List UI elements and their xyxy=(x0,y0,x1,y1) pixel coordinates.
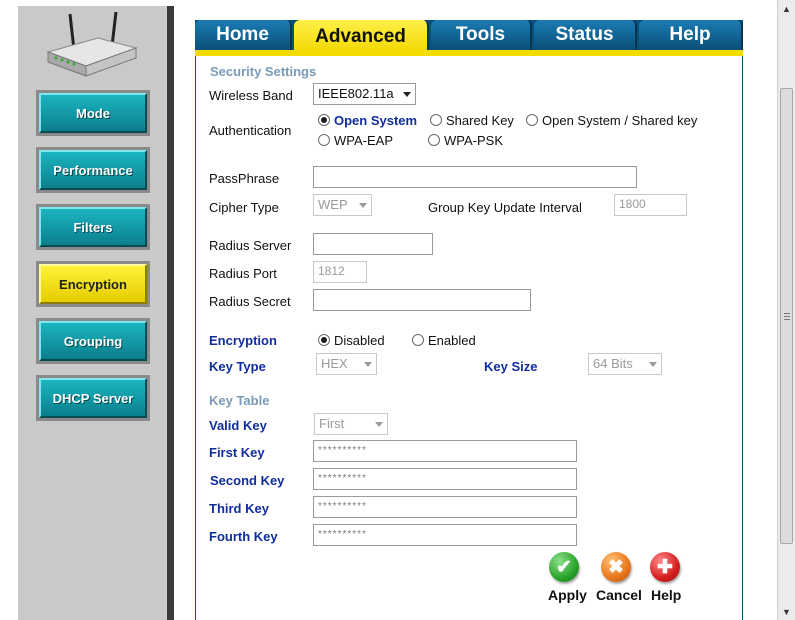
tab-label: Home xyxy=(216,24,269,45)
router-logo-icon xyxy=(46,11,138,77)
encryption-disabled-radio[interactable] xyxy=(318,334,330,346)
encryption-enabled-radio[interactable] xyxy=(412,334,424,346)
cipher-type-label: Cipher Type xyxy=(209,200,279,215)
section-title-key-table: Key Table xyxy=(209,393,270,408)
encryption-disabled-label: Disabled xyxy=(334,333,385,348)
chevron-down-icon xyxy=(359,203,367,208)
sidebar-item-label: Encryption xyxy=(39,264,147,304)
group-key-label: Group Key Update Interval xyxy=(428,200,582,215)
vertical-scrollbar[interactable]: ▲ ▼ xyxy=(777,0,795,620)
key-size-select[interactable]: 64 Bits xyxy=(588,353,662,375)
radius-port-label: Radius Port xyxy=(209,266,277,281)
apply-check-icon[interactable]: ✔ xyxy=(549,552,579,582)
sidebar-item-mode[interactable]: Mode xyxy=(36,90,150,136)
key-type-select[interactable]: HEX xyxy=(316,353,377,375)
sidebar-item-label: Performance xyxy=(39,150,147,190)
key-type-label: Key Type xyxy=(209,359,266,374)
passphrase-input[interactable] xyxy=(313,166,637,188)
key-size-label: Key Size xyxy=(484,359,538,374)
auth-wpa-psk-label: WPA-PSK xyxy=(444,133,503,148)
auth-wpa-psk-radio[interactable] xyxy=(428,134,440,146)
first-key-label: First Key xyxy=(209,445,265,460)
cipher-type-select[interactable]: WEP xyxy=(313,194,372,216)
tab-label: Status xyxy=(555,24,614,45)
sidebar-item-label: Grouping xyxy=(39,321,147,361)
fourth-key-input[interactable]: ********** xyxy=(313,524,577,546)
cancel-button[interactable]: Cancel xyxy=(596,587,642,603)
sidebar-item-performance[interactable]: Performance xyxy=(36,147,150,193)
chevron-down-icon xyxy=(649,362,657,367)
tab-label: Help xyxy=(669,24,711,45)
third-key-label: Third Key xyxy=(209,501,269,516)
wireless-band-label: Wireless Band xyxy=(209,88,293,103)
encryption-settings-panel: Security Settings Wireless Band IEEE802.… xyxy=(195,56,743,620)
valid-key-value: First xyxy=(319,416,345,431)
group-key-input[interactable]: 1800 xyxy=(614,194,687,216)
help-plus-icon[interactable]: ✚ xyxy=(650,552,680,582)
encryption-enabled-label: Enabled xyxy=(428,333,476,348)
tab-status[interactable]: Status xyxy=(534,20,637,50)
sidebar-item-label: DHCP Server xyxy=(39,378,147,418)
valid-key-select[interactable]: First xyxy=(314,413,388,435)
valid-key-label: Valid Key xyxy=(209,418,267,433)
auth-shared-key-radio[interactable] xyxy=(430,114,442,126)
sidebar-divider xyxy=(167,6,174,620)
chevron-down-icon xyxy=(403,92,411,97)
tab-advanced[interactable]: Advanced xyxy=(294,20,429,53)
tab-help[interactable]: Help xyxy=(639,20,743,50)
second-key-label: Second Key xyxy=(210,473,285,488)
first-key-input[interactable]: ********** xyxy=(313,440,577,462)
cancel-x-icon[interactable]: ✖ xyxy=(601,552,631,582)
wireless-band-select[interactable]: IEEE802.11a xyxy=(313,83,416,105)
key-size-value: 64 Bits xyxy=(593,356,633,371)
sidebar-item-grouping[interactable]: Grouping xyxy=(36,318,150,364)
chevron-down-icon xyxy=(364,362,372,367)
third-key-input[interactable]: ********** xyxy=(313,496,577,518)
wireless-band-value: IEEE802.11a xyxy=(318,86,394,101)
auth-shared-key-label: Shared Key xyxy=(446,113,514,128)
auth-open-system-radio[interactable] xyxy=(318,114,330,126)
tab-tools[interactable]: Tools xyxy=(431,20,532,50)
second-key-input[interactable]: ********** xyxy=(313,468,577,490)
auth-open-shared-label: Open System / Shared key xyxy=(542,113,698,128)
key-type-value: HEX xyxy=(321,356,348,371)
tab-label: Advanced xyxy=(315,25,406,47)
scrollbar-thumb[interactable] xyxy=(780,88,793,544)
tab-home[interactable]: Home xyxy=(195,20,292,50)
sidebar-item-label: Filters xyxy=(39,207,147,247)
radius-port-input[interactable]: 1812 xyxy=(313,261,367,283)
sidebar: Mode Performance Filters Encryption Grou… xyxy=(18,6,167,620)
tab-label: Tools xyxy=(455,24,506,45)
auth-open-shared-radio[interactable] xyxy=(526,114,538,126)
radius-server-label: Radius Server xyxy=(209,238,292,253)
fourth-key-label: Fourth Key xyxy=(209,529,278,544)
auth-wpa-eap-label: WPA-EAP xyxy=(334,133,393,148)
radius-server-input[interactable] xyxy=(313,233,433,255)
help-button[interactable]: Help xyxy=(651,587,681,603)
apply-button[interactable]: Apply xyxy=(548,587,587,603)
grip-icon xyxy=(784,313,790,320)
scroll-down-arrow-icon[interactable]: ▼ xyxy=(778,603,795,620)
auth-open-system-label: Open System xyxy=(334,113,418,128)
auth-wpa-eap-radio[interactable] xyxy=(318,134,330,146)
sidebar-item-encryption[interactable]: Encryption xyxy=(36,261,150,307)
encryption-label: Encryption xyxy=(209,333,277,348)
sidebar-item-label: Mode xyxy=(39,93,147,133)
sidebar-item-filters[interactable]: Filters xyxy=(36,204,150,250)
authentication-label: Authentication xyxy=(209,123,292,138)
chevron-down-icon xyxy=(375,422,383,427)
scroll-up-arrow-icon[interactable]: ▲ xyxy=(778,0,795,17)
radius-secret-label: Radius Secret xyxy=(209,294,291,309)
sidebar-item-dhcp-server[interactable]: DHCP Server xyxy=(36,375,150,421)
section-title-security: Security Settings xyxy=(210,64,317,79)
passphrase-label: PassPhrase xyxy=(209,171,280,186)
cipher-type-value: WEP xyxy=(318,197,348,212)
radius-secret-input[interactable] xyxy=(313,289,531,311)
